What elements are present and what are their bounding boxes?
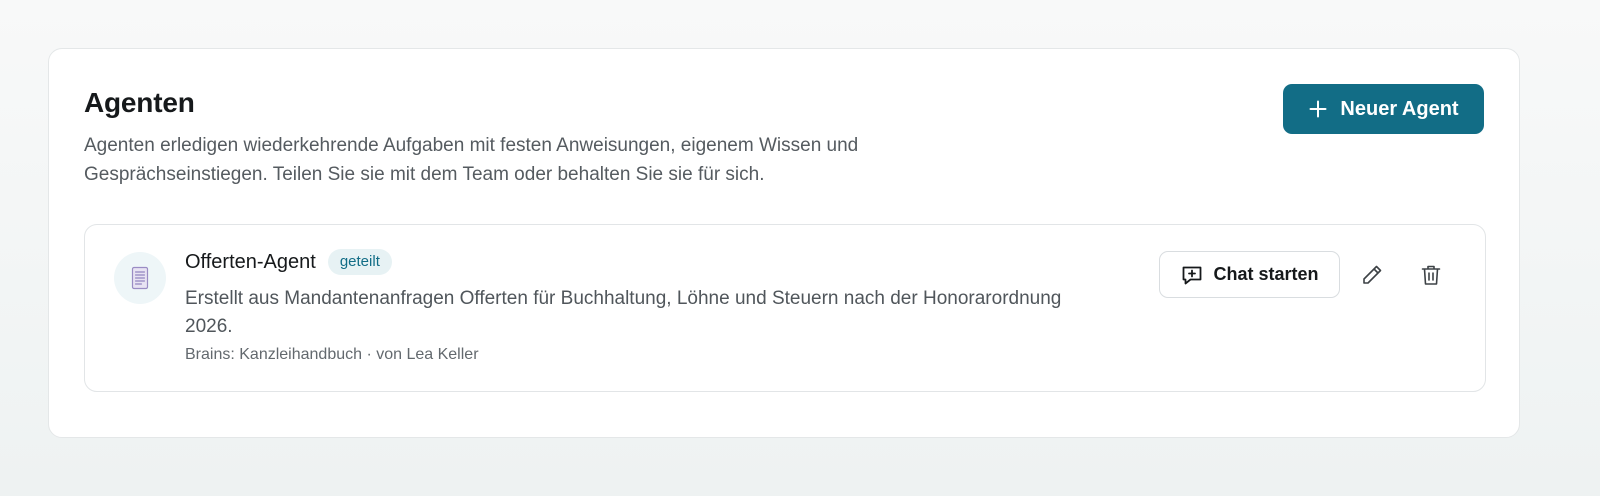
pencil-icon <box>1360 263 1384 287</box>
trash-icon <box>1419 263 1443 287</box>
agent-description: Erstellt aus Mandantenanfragen Offerten … <box>185 288 1062 337</box>
agent-meta: Brains: Kanzleihandbuch · von Lea Keller <box>185 346 479 363</box>
edit-agent-button[interactable] <box>1357 260 1387 290</box>
plus-icon <box>1308 99 1328 119</box>
agent-name: Offerten-Agent <box>185 250 316 273</box>
agent-avatar <box>114 252 166 304</box>
page-description: Agenten erledigen wiederkehrende Aufgabe… <box>84 135 859 185</box>
start-chat-button[interactable]: Chat starten <box>1159 251 1340 298</box>
shared-badge: geteilt <box>327 249 392 275</box>
agent-name-row: Offerten-Agent geteilt <box>185 249 392 275</box>
new-agent-button[interactable]: Neuer Agent <box>1283 84 1484 134</box>
delete-agent-button[interactable] <box>1416 260 1446 290</box>
agent-card: Offerten-Agent geteilt Erstellt aus Mand… <box>84 224 1486 392</box>
agents-panel: Agenten Agenten erledigen wiederkehrende… <box>48 48 1520 438</box>
start-chat-label: Chat starten <box>1213 264 1319 284</box>
page-title: Agenten <box>84 87 195 118</box>
chat-plus-icon <box>1180 263 1204 287</box>
document-icon <box>131 266 149 290</box>
new-agent-label: Neuer Agent <box>1340 97 1459 120</box>
